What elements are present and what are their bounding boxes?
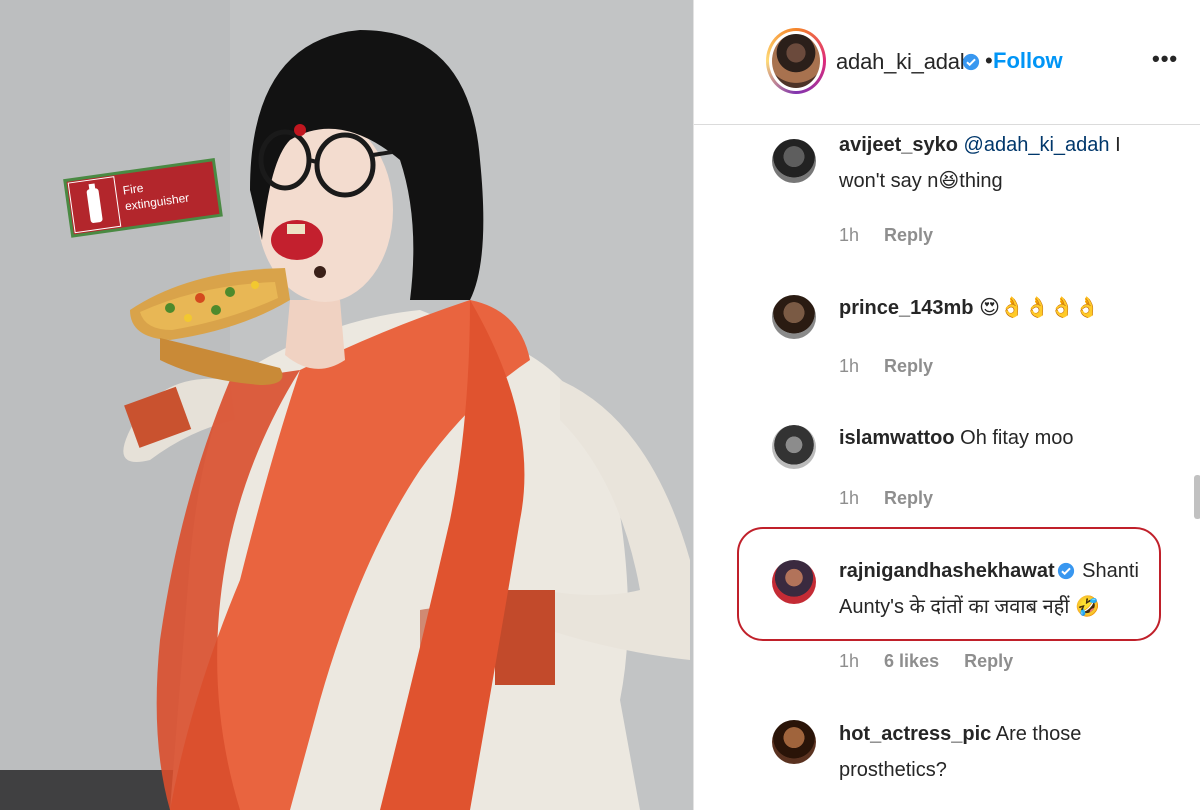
comment-time: 1h (839, 488, 860, 508)
comment-username[interactable]: prince_143mb (839, 297, 974, 319)
reply-button[interactable]: Reply (964, 651, 1013, 671)
comment-text: islamwattoo Oh fitay moo (839, 420, 1159, 456)
comment-meta: 1h Reply (839, 225, 953, 246)
reply-button[interactable]: Reply (884, 225, 933, 245)
comment-time: 1h (839, 651, 860, 671)
more-options-icon[interactable]: ••• (1152, 46, 1178, 72)
commenter-avatar[interactable] (772, 425, 816, 469)
comment-text: prince_143mb 😍👌👌👌👌 (839, 290, 1159, 326)
verified-badge-icon (962, 53, 980, 71)
reply-button[interactable]: Reply (884, 356, 933, 376)
commenter-avatar[interactable] (772, 139, 816, 183)
comment-time: 1h (839, 225, 860, 245)
comment-body: Oh fitay moo (954, 427, 1074, 449)
header-username[interactable]: adah_ki_adah (836, 49, 972, 75)
scrollbar-thumb[interactable] (1194, 475, 1200, 519)
comment-mention[interactable]: @adah_ki_adah (964, 134, 1110, 156)
header-separator: • (985, 48, 993, 73)
post-header: adah_ki_adah • Follow ••• (694, 0, 1200, 125)
verified-badge-icon (1057, 562, 1074, 580)
reply-button[interactable]: Reply (884, 488, 933, 508)
comment-username[interactable]: avijeet_syko (839, 134, 958, 156)
comments-panel: adah_ki_adah • Follow ••• avijeet_syko @… (693, 0, 1200, 810)
comment-text: hot_actress_pic Are those prosthetics? (839, 716, 1159, 788)
comment-text: rajnigandhashekhawat Shanti Aunty's के द… (839, 553, 1159, 625)
comment-username[interactable]: rajnigandhashekhawat (839, 560, 1055, 582)
comment-meta: 1h 6 likes Reply (839, 651, 1033, 672)
comment-meta: 1h Reply (839, 488, 953, 509)
post-photo-illustration: Fire extinguisher (0, 0, 693, 810)
comment-username[interactable]: islamwattoo (839, 427, 955, 449)
comment-username[interactable]: hot_actress_pic (839, 723, 991, 745)
commenter-avatar[interactable] (772, 720, 816, 764)
post-photo: Fire extinguisher (0, 0, 693, 810)
follow-button[interactable]: Follow (993, 48, 1063, 74)
comment-body: 😍👌👌👌👌 (973, 297, 1100, 319)
sign-text-fire: Fire (122, 181, 145, 198)
profile-avatar[interactable] (766, 28, 826, 94)
comment-text: avijeet_syko @adah_ki_adah I won't say n… (839, 127, 1159, 199)
comment-time: 1h (839, 356, 860, 376)
comment-meta: 1h Reply (839, 356, 953, 377)
commenter-avatar[interactable] (772, 560, 816, 604)
commenter-avatar[interactable] (772, 295, 816, 339)
comment-likes[interactable]: 6 likes (884, 651, 939, 671)
